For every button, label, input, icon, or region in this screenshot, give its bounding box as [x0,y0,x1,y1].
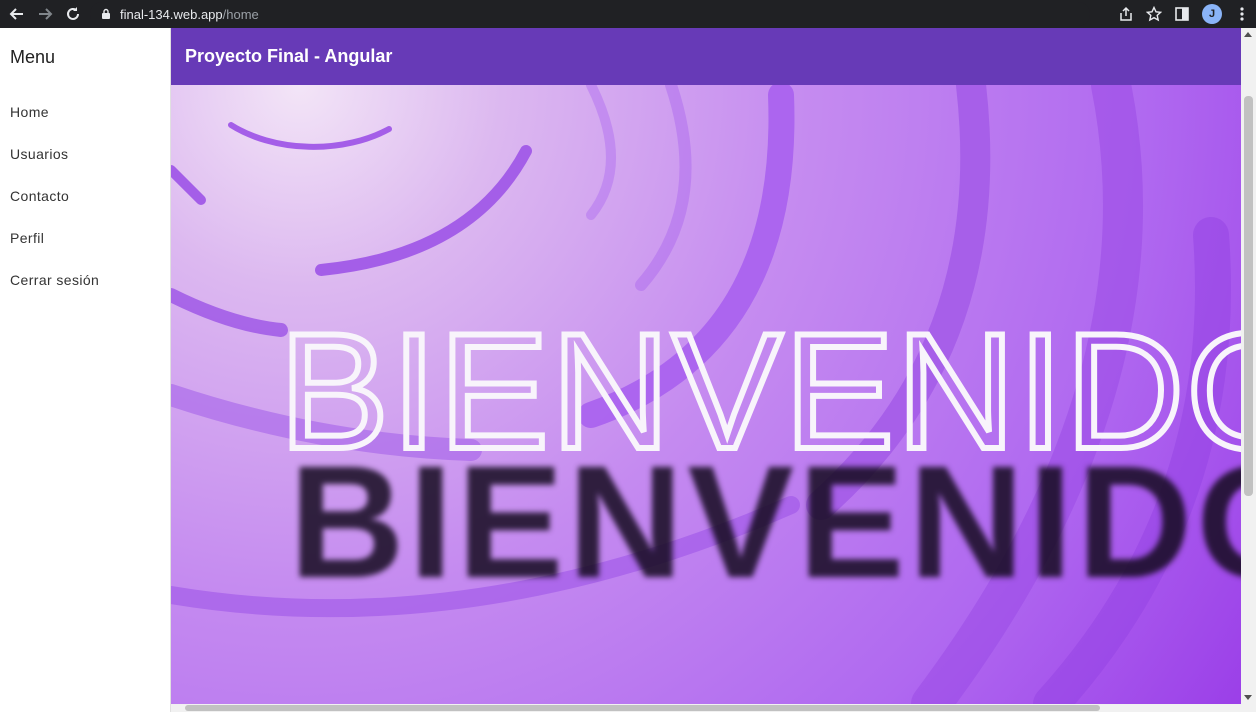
browser-toolbar: final-134.web.app/home J [0,0,1256,28]
back-arrow-icon [9,8,23,20]
app-toolbar: Proyecto Final - Angular [171,28,1241,85]
scroll-down-arrow-icon[interactable] [1244,695,1252,700]
star-icon [1146,6,1162,22]
sidebar-item-perfil[interactable]: Perfil [10,230,44,246]
horizontal-scroll-thumb[interactable] [185,705,1100,711]
url-path: /home [222,6,259,22]
sidebar-title: Menu [10,47,56,67]
share-icon [1120,6,1132,21]
side-panel-icon [1175,7,1189,21]
address-bar[interactable]: final-134.web.app/home [90,2,1090,26]
sidebar: Menu Home Usuarios Contacto Perfil Cerra… [0,28,171,712]
profile-avatar[interactable]: J [1202,4,1222,24]
sidebar-item-contacto[interactable]: Contacto [10,188,69,204]
bookmark-button[interactable] [1146,6,1162,22]
welcome-banner: BIENVENIDO BIENVENIDO [171,85,1241,704]
welcome-heading: BIENVENIDO [276,296,1241,486]
share-button[interactable] [1118,6,1134,22]
sidebar-item-usuarios[interactable]: Usuarios [10,146,68,162]
back-button[interactable] [6,3,28,25]
reload-button[interactable] [62,3,84,25]
more-vert-icon [1240,7,1244,21]
reload-icon [67,7,79,20]
vertical-scroll-thumb[interactable] [1244,96,1253,496]
scroll-up-arrow-icon[interactable] [1244,32,1252,37]
horizontal-scrollbar[interactable] [171,704,1256,712]
forward-arrow-icon [39,8,53,20]
side-panel-button[interactable] [1174,6,1190,22]
url-host: final-134.web.app [120,6,223,22]
more-menu-button[interactable] [1234,6,1250,22]
app-title: Proyecto Final - Angular [185,46,393,66]
sidebar-item-home[interactable]: Home [10,104,49,120]
sidebar-item-cerrar-sesion[interactable]: Cerrar sesión [10,272,99,288]
vertical-scrollbar[interactable] [1241,28,1256,704]
forward-button[interactable] [34,3,56,25]
lock-icon [102,8,110,19]
